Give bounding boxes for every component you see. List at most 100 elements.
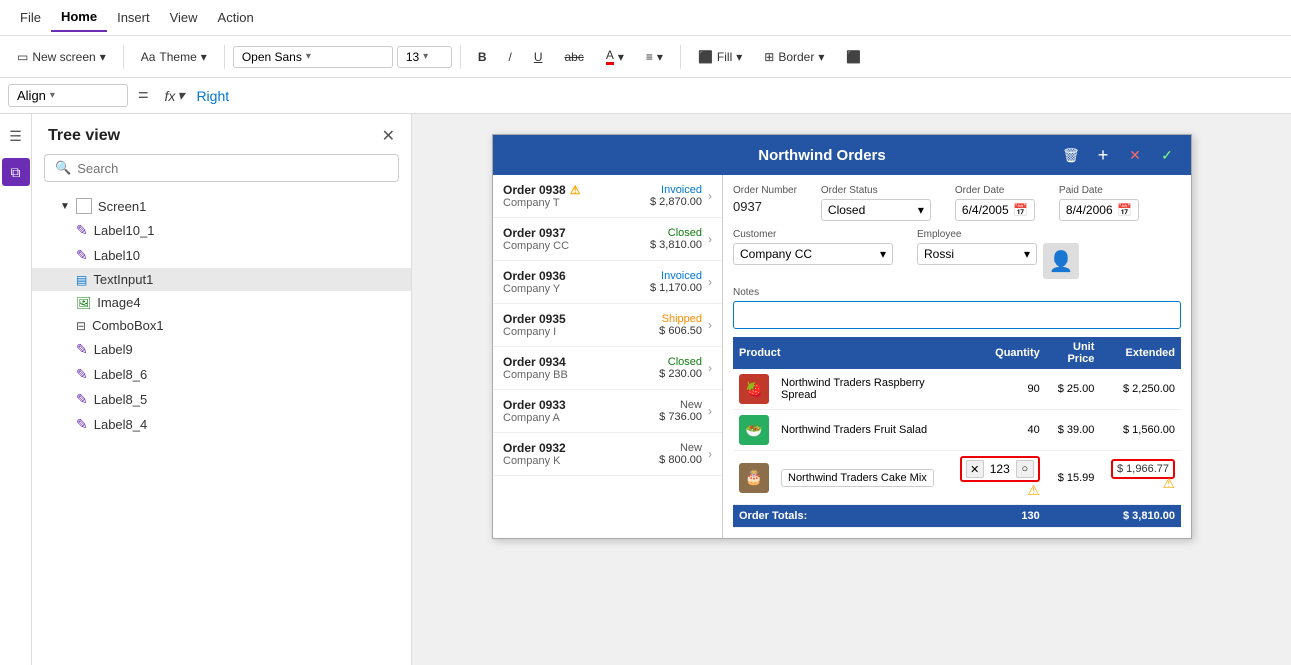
border-button[interactable]: ⊞ Border ▾	[755, 45, 833, 69]
tree-item-label8-4[interactable]: ✎ Label8_4	[32, 412, 411, 437]
font-dropdown[interactable]: Open Sans ▾	[233, 46, 393, 68]
rec-icon: ⬛	[846, 50, 861, 64]
order-chevron-icon: ›	[708, 404, 712, 418]
order-company: Company BB	[503, 369, 568, 381]
tree-search[interactable]: 🔍	[44, 154, 399, 182]
notes-input[interactable]	[733, 301, 1181, 329]
label-icon: ✎	[76, 391, 88, 408]
order-item-0938[interactable]: Order 0938 ⚠ Company T Invoiced $ 2,870.…	[493, 175, 722, 218]
font-size-dropdown[interactable]: 13 ▾	[397, 46, 452, 68]
order-item-0937[interactable]: Order 0937 Company CC Closed $ 3,810.00 …	[493, 218, 722, 261]
bold-button[interactable]: B	[469, 45, 496, 69]
formula-fx-button[interactable]: fx ▾	[159, 87, 191, 104]
order-status: New	[659, 442, 702, 454]
calendar-icon: 📅	[1117, 203, 1132, 217]
separator-3	[460, 45, 461, 69]
rec-button[interactable]: ⬛	[837, 45, 870, 69]
fill-button[interactable]: ⬛ Fill ▾	[689, 45, 751, 69]
menu-file[interactable]: File	[10, 4, 51, 31]
product-row-2: 🎂 Northwind Traders Cake Mix ✕	[733, 451, 1181, 505]
qty-increase-button[interactable]: ○	[1016, 460, 1034, 478]
orders-list: Order 0938 ⚠ Company T Invoiced $ 2,870.…	[493, 175, 723, 538]
add-button[interactable]: +	[1091, 143, 1115, 167]
formula-name-label: Align	[17, 88, 46, 103]
order-number-value: 0937	[733, 199, 797, 214]
hamburger-menu-icon[interactable]: ☰	[2, 122, 30, 150]
totals-label-cell: Order Totals:	[733, 505, 954, 528]
tree-item-label: Label8_5	[94, 392, 148, 407]
menu-insert[interactable]: Insert	[107, 4, 160, 31]
font-color-button[interactable]: A ▾	[597, 43, 633, 70]
product-thumbnail: 🥗	[739, 415, 769, 445]
italic-button[interactable]: /	[499, 45, 520, 69]
order-item-0932[interactable]: Order 0932 Company K New $ 800.00 ›	[493, 433, 722, 476]
customer-field: Customer Company CC ▾	[733, 229, 893, 279]
new-screen-button[interactable]: ▭ New screen ▾	[8, 45, 115, 69]
product-name-cell: Northwind Traders Raspberry Spread	[775, 369, 954, 410]
warning-icon: ⚠	[570, 183, 581, 197]
menu-home[interactable]: Home	[51, 3, 107, 32]
strikethrough-button[interactable]: abc	[556, 45, 593, 69]
product-name: Northwind Traders Raspberry Spread	[781, 377, 925, 401]
menu-action[interactable]: Action	[208, 4, 264, 31]
close-button[interactable]: ✕	[1123, 143, 1147, 167]
order-id-label: Order 0937	[503, 226, 566, 240]
qty-warning-icon: ⚠	[1027, 482, 1040, 498]
tree-item-image4[interactable]: 🖼 Image4	[32, 291, 411, 314]
qty-control[interactable]: ✕ 123 ○	[960, 456, 1040, 482]
order-amount: $ 606.50	[659, 325, 702, 337]
paid-date-input[interactable]: 8/4/2006 📅	[1059, 199, 1139, 221]
product-thumb-cell: 🥗	[733, 410, 775, 451]
delete-button[interactable]: 🗑	[1059, 143, 1083, 167]
combobox-icon: ⊟	[76, 319, 86, 333]
underline-button[interactable]: U	[525, 45, 552, 69]
order-status: Closed	[650, 227, 702, 239]
product-extended: $ 1,560.00	[1123, 424, 1175, 436]
order-chevron-icon: ›	[708, 361, 712, 375]
order-date-field: Order Date 6/4/2005 📅	[955, 185, 1035, 221]
order-status: New	[659, 399, 702, 411]
search-icon: 🔍	[55, 160, 71, 176]
search-input[interactable]	[77, 161, 388, 176]
tree-close-button[interactable]: ✕	[382, 126, 395, 146]
tree-item-label10[interactable]: ✎ Label10	[32, 243, 411, 268]
order-item-0936[interactable]: Order 0936 Company Y Invoiced $ 1,170.00…	[493, 261, 722, 304]
app-header: Northwind Orders 🗑 + ✕ ✓	[493, 135, 1191, 175]
label-icon: ✎	[76, 416, 88, 433]
align-button[interactable]: ≡ ▾	[637, 45, 672, 69]
font-label: Open Sans	[242, 50, 302, 64]
tree-item-label9[interactable]: ✎ Label9	[32, 337, 411, 362]
tree-item-label10-1[interactable]: ✎ Label10_1	[32, 218, 411, 243]
order-id-label: Order 0932	[503, 441, 566, 455]
border-icon: ⊞	[764, 50, 774, 64]
order-amount: $ 800.00	[659, 454, 702, 466]
order-date-input[interactable]: 6/4/2005 📅	[955, 199, 1035, 221]
theme-label: Theme	[159, 50, 196, 64]
customer-value: Company CC	[740, 247, 812, 261]
tree-item-label8-6[interactable]: ✎ Label8_6	[32, 362, 411, 387]
tree-item-label8-5[interactable]: ✎ Label8_5	[32, 387, 411, 412]
totals-spacer	[1046, 505, 1101, 528]
menu-view[interactable]: View	[160, 4, 208, 31]
product-row-0: 🍓 Northwind Traders Raspberry Spread 90 …	[733, 369, 1181, 410]
tree-item-textinput1[interactable]: ▤ TextInput1	[32, 268, 411, 291]
product-qty: 40	[1028, 424, 1040, 436]
tree-item-screen1[interactable]: ▼ Screen1	[32, 194, 411, 218]
fx-chevron-icon: ▾	[177, 87, 184, 104]
order-item-0934[interactable]: Order 0934 Company BB Closed $ 230.00 ›	[493, 347, 722, 390]
tree-item-combobox1[interactable]: ⊟ ComboBox1	[32, 314, 411, 337]
order-item-0935[interactable]: Order 0935 Company I Shipped $ 606.50 ›	[493, 304, 722, 347]
product-extended-cell: $ 1,560.00	[1100, 410, 1181, 451]
layers-icon[interactable]: ⧉	[2, 158, 30, 186]
check-button[interactable]: ✓	[1155, 143, 1179, 167]
quantity-col-header: Quantity	[954, 337, 1046, 369]
product-qty-cell: 40	[954, 410, 1046, 451]
order-status-dropdown[interactable]: Closed ▾	[821, 199, 931, 221]
order-item-0933[interactable]: Order 0933 Company A New $ 736.00 ›	[493, 390, 722, 433]
qty-decrease-button[interactable]: ✕	[966, 460, 984, 478]
customer-dropdown[interactable]: Company CC ▾	[733, 243, 893, 265]
totals-extended: $ 3,810.00	[1123, 510, 1175, 522]
formula-name-field[interactable]: Align ▾	[8, 84, 128, 107]
theme-button[interactable]: Aa Theme ▾	[132, 45, 216, 69]
employee-dropdown[interactable]: Rossi ▾	[917, 243, 1037, 265]
